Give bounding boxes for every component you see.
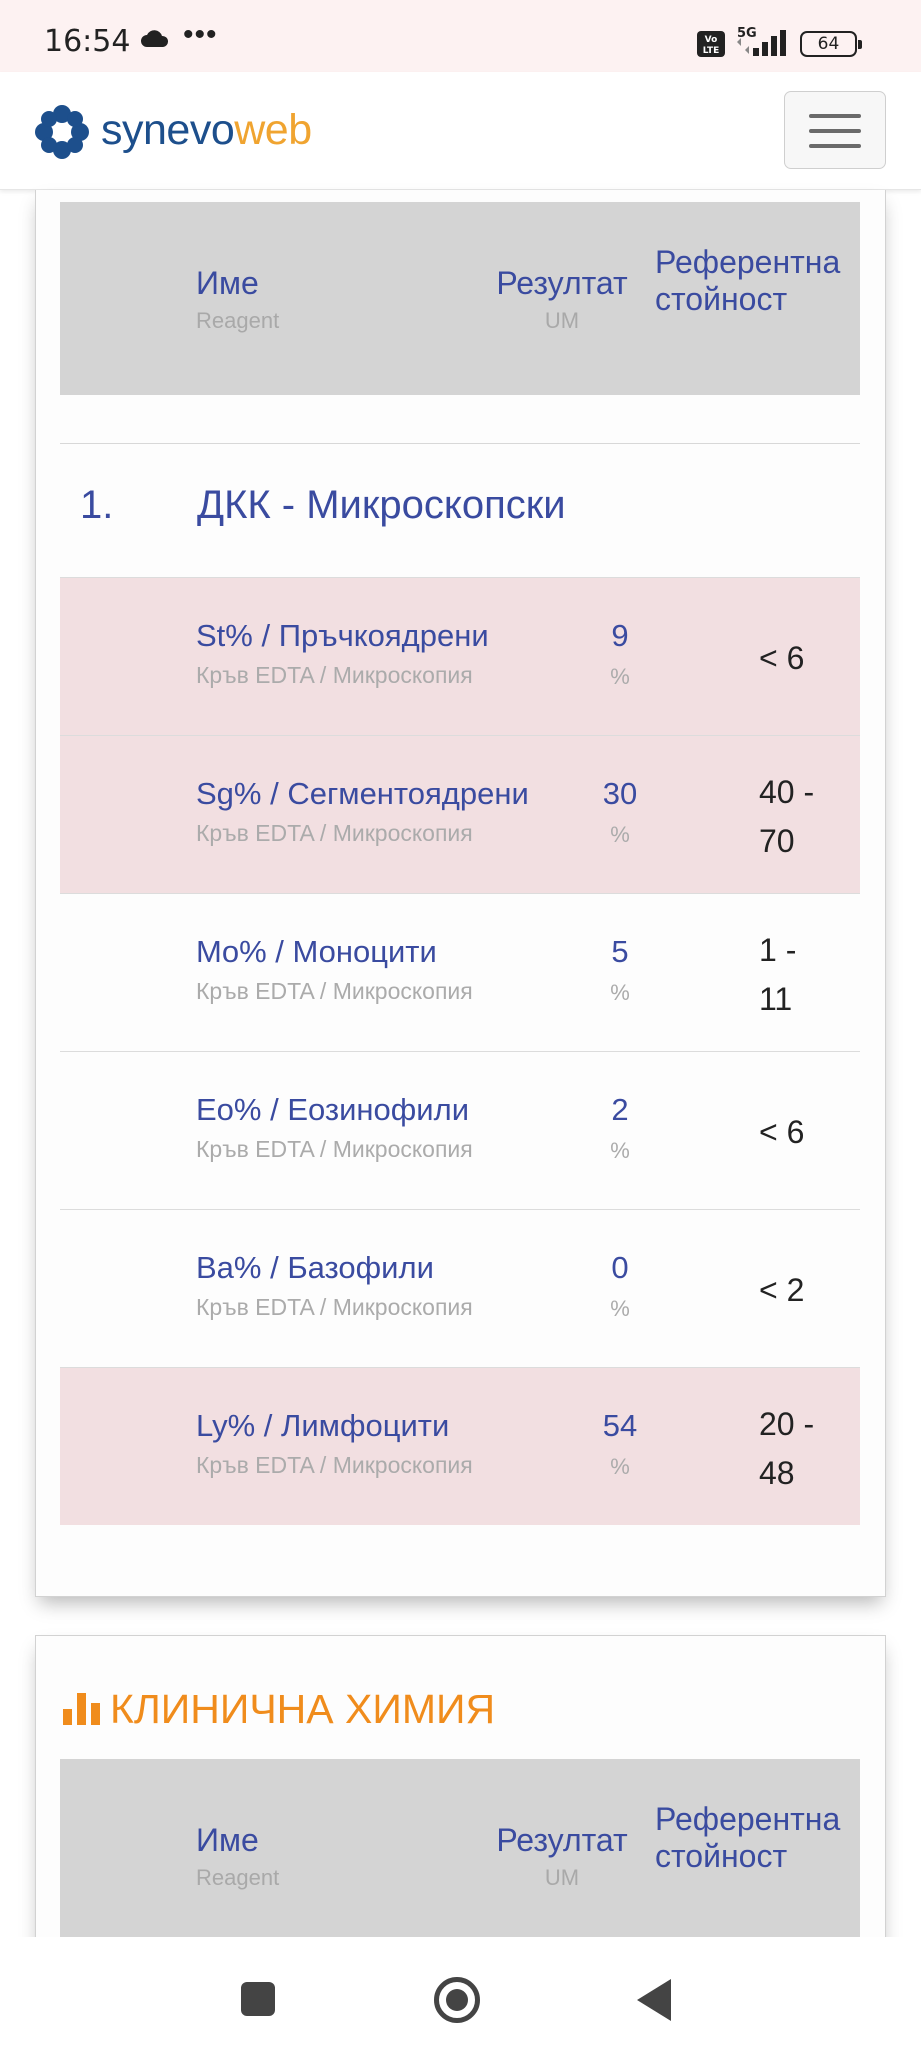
column-header-result: Резултат UM bbox=[482, 265, 642, 334]
test-value: 0 bbox=[611, 1250, 629, 1285]
test-value: 2 bbox=[611, 1092, 629, 1127]
table-row[interactable]: Sg% / Сегментоядрени Кръв EDTA / Микроск… bbox=[60, 735, 860, 893]
column-header-name-sub: Reagent bbox=[196, 308, 280, 333]
test-value: 30 bbox=[602, 776, 638, 811]
reference-line: 11 bbox=[759, 981, 793, 1017]
test-reference: 20 - 48 bbox=[759, 1400, 849, 1498]
test-method: Кръв EDTA / Микроскопия bbox=[196, 820, 473, 846]
test-reference: < 6 bbox=[759, 1108, 849, 1157]
test-unit: % bbox=[610, 1454, 630, 1479]
divider bbox=[60, 443, 860, 444]
column-header-reference: Референтна стойност bbox=[655, 1801, 841, 1874]
test-value: 54 bbox=[602, 1408, 638, 1443]
logo-text-synevo: synevo bbox=[101, 106, 235, 154]
volte-icon: Vo LTE bbox=[697, 31, 725, 62]
column-header-reference: Референтна стойност bbox=[655, 244, 841, 317]
test-unit: % bbox=[610, 1138, 630, 1163]
column-header-name: Име Reagent bbox=[196, 1822, 279, 1891]
test-reference: < 6 bbox=[759, 634, 849, 683]
table-row[interactable]: Ba% / Базофили Кръв EDTA / Микроскопия 0… bbox=[60, 1209, 860, 1367]
column-header-result-label: Резултат bbox=[496, 265, 628, 301]
bar-chart-icon bbox=[62, 1686, 110, 1732]
column-header-name-label: Име bbox=[196, 265, 259, 301]
section-title: КЛИНИЧНА ХИМИЯ bbox=[62, 1686, 495, 1733]
test-unit: % bbox=[610, 1296, 630, 1321]
column-header-name-sub: Reagent bbox=[196, 1865, 280, 1890]
group-title: ДКК - Микроскопски bbox=[197, 483, 566, 527]
test-method: Кръв EDTA / Микроскопия bbox=[196, 1294, 473, 1320]
group-number: 1. bbox=[80, 483, 114, 527]
test-method: Кръв EDTA / Микроскопия bbox=[196, 1452, 473, 1478]
table-row[interactable]: Mo% / Моноцити Кръв EDTA / Микроскопия 5… bbox=[60, 893, 860, 1051]
column-header-result-label: Резултат bbox=[496, 1822, 628, 1858]
test-name[interactable]: Eo% / Еозинофили bbox=[196, 1092, 469, 1128]
synevoweb-logo[interactable]: synevoweb bbox=[101, 106, 312, 155]
test-name[interactable]: St% / Пръчкоядрени bbox=[196, 618, 489, 654]
test-reference: 1 -11 bbox=[759, 926, 849, 1024]
reference-line: 70 bbox=[759, 823, 795, 859]
test-method: Кръв EDTA / Микроскопия bbox=[196, 662, 473, 688]
svg-text:LTE: LTE bbox=[703, 46, 720, 56]
status-bar: 16:54 ••• Vo LTE 5G 64 bbox=[0, 0, 921, 72]
reference-line: 48 bbox=[759, 1455, 795, 1491]
reference-line: < 6 bbox=[759, 1114, 805, 1150]
test-unit: % bbox=[610, 822, 630, 847]
test-method: Кръв EDTA / Микроскопия bbox=[196, 1136, 473, 1162]
column-header-result-sub: UM bbox=[544, 1865, 580, 1890]
table-header: Име Reagent Резултат UM Референтна стойн… bbox=[60, 202, 860, 395]
back-button[interactable] bbox=[637, 1979, 671, 2021]
reference-line: 1 - bbox=[759, 932, 797, 968]
reference-line: 40 - bbox=[759, 774, 815, 810]
test-unit: % bbox=[610, 664, 630, 689]
results-card: Име Reagent Резултат UM Референтна стойн… bbox=[35, 190, 886, 1597]
cloud-icon bbox=[140, 30, 170, 53]
column-header-name-label: Име bbox=[196, 1822, 259, 1858]
table-row[interactable]: Ly% / Лимфоцити Кръв EDTA / Микроскопия … bbox=[60, 1367, 860, 1525]
top-navbar: synevoweb bbox=[0, 72, 921, 190]
test-name[interactable]: Mo% / Моноцити bbox=[196, 934, 437, 970]
column-header-result: Резултат UM bbox=[482, 1822, 642, 1891]
test-unit: % bbox=[610, 980, 630, 1005]
hamburger-icon bbox=[809, 129, 861, 133]
reference-line: < 6 bbox=[759, 640, 805, 676]
synevo-logo-icon[interactable] bbox=[34, 104, 90, 165]
clock: 16:54 bbox=[44, 24, 131, 59]
table-row[interactable]: St% / Пръчкоядрени Кръв EDTA / Микроскоп… bbox=[60, 577, 860, 735]
logo-text-web: web bbox=[234, 106, 312, 154]
hamburger-icon bbox=[809, 114, 861, 118]
recent-apps-button[interactable] bbox=[241, 1982, 275, 2016]
test-reference: < 2 bbox=[759, 1266, 849, 1315]
home-button[interactable] bbox=[434, 1977, 480, 2023]
svg-text:Vo: Vo bbox=[705, 35, 718, 45]
table-row[interactable]: Eo% / Еозинофили Кръв EDTA / Микроскопия… bbox=[60, 1051, 860, 1209]
menu-toggle-button[interactable] bbox=[784, 91, 886, 169]
more-dots: ••• bbox=[183, 18, 218, 51]
test-reference: 40 - 70 bbox=[759, 768, 849, 866]
test-name[interactable]: Sg% / Сегментоядрени bbox=[196, 776, 529, 812]
test-name[interactable]: Ba% / Базофили bbox=[196, 1250, 434, 1286]
signal-icon bbox=[735, 28, 789, 63]
column-header-name: Име Reagent bbox=[196, 265, 279, 334]
column-header-result-sub: UM bbox=[544, 308, 580, 333]
battery-icon: 64 bbox=[800, 31, 862, 57]
test-name[interactable]: Ly% / Лимфоцити bbox=[196, 1408, 449, 1444]
test-value: 9 bbox=[611, 618, 629, 653]
section-title-text: КЛИНИЧНА ХИМИЯ bbox=[110, 1686, 496, 1732]
system-navigation-bar bbox=[0, 1937, 921, 2048]
reference-line: 20 - bbox=[759, 1406, 815, 1442]
test-method: Кръв EDTA / Микроскопия bbox=[196, 978, 473, 1004]
hamburger-icon bbox=[809, 144, 861, 148]
reference-line: < 2 bbox=[759, 1272, 805, 1308]
table-header: Име Reagent Резултат UM Референтна стойн… bbox=[60, 1759, 860, 1952]
test-value: 5 bbox=[611, 934, 629, 969]
